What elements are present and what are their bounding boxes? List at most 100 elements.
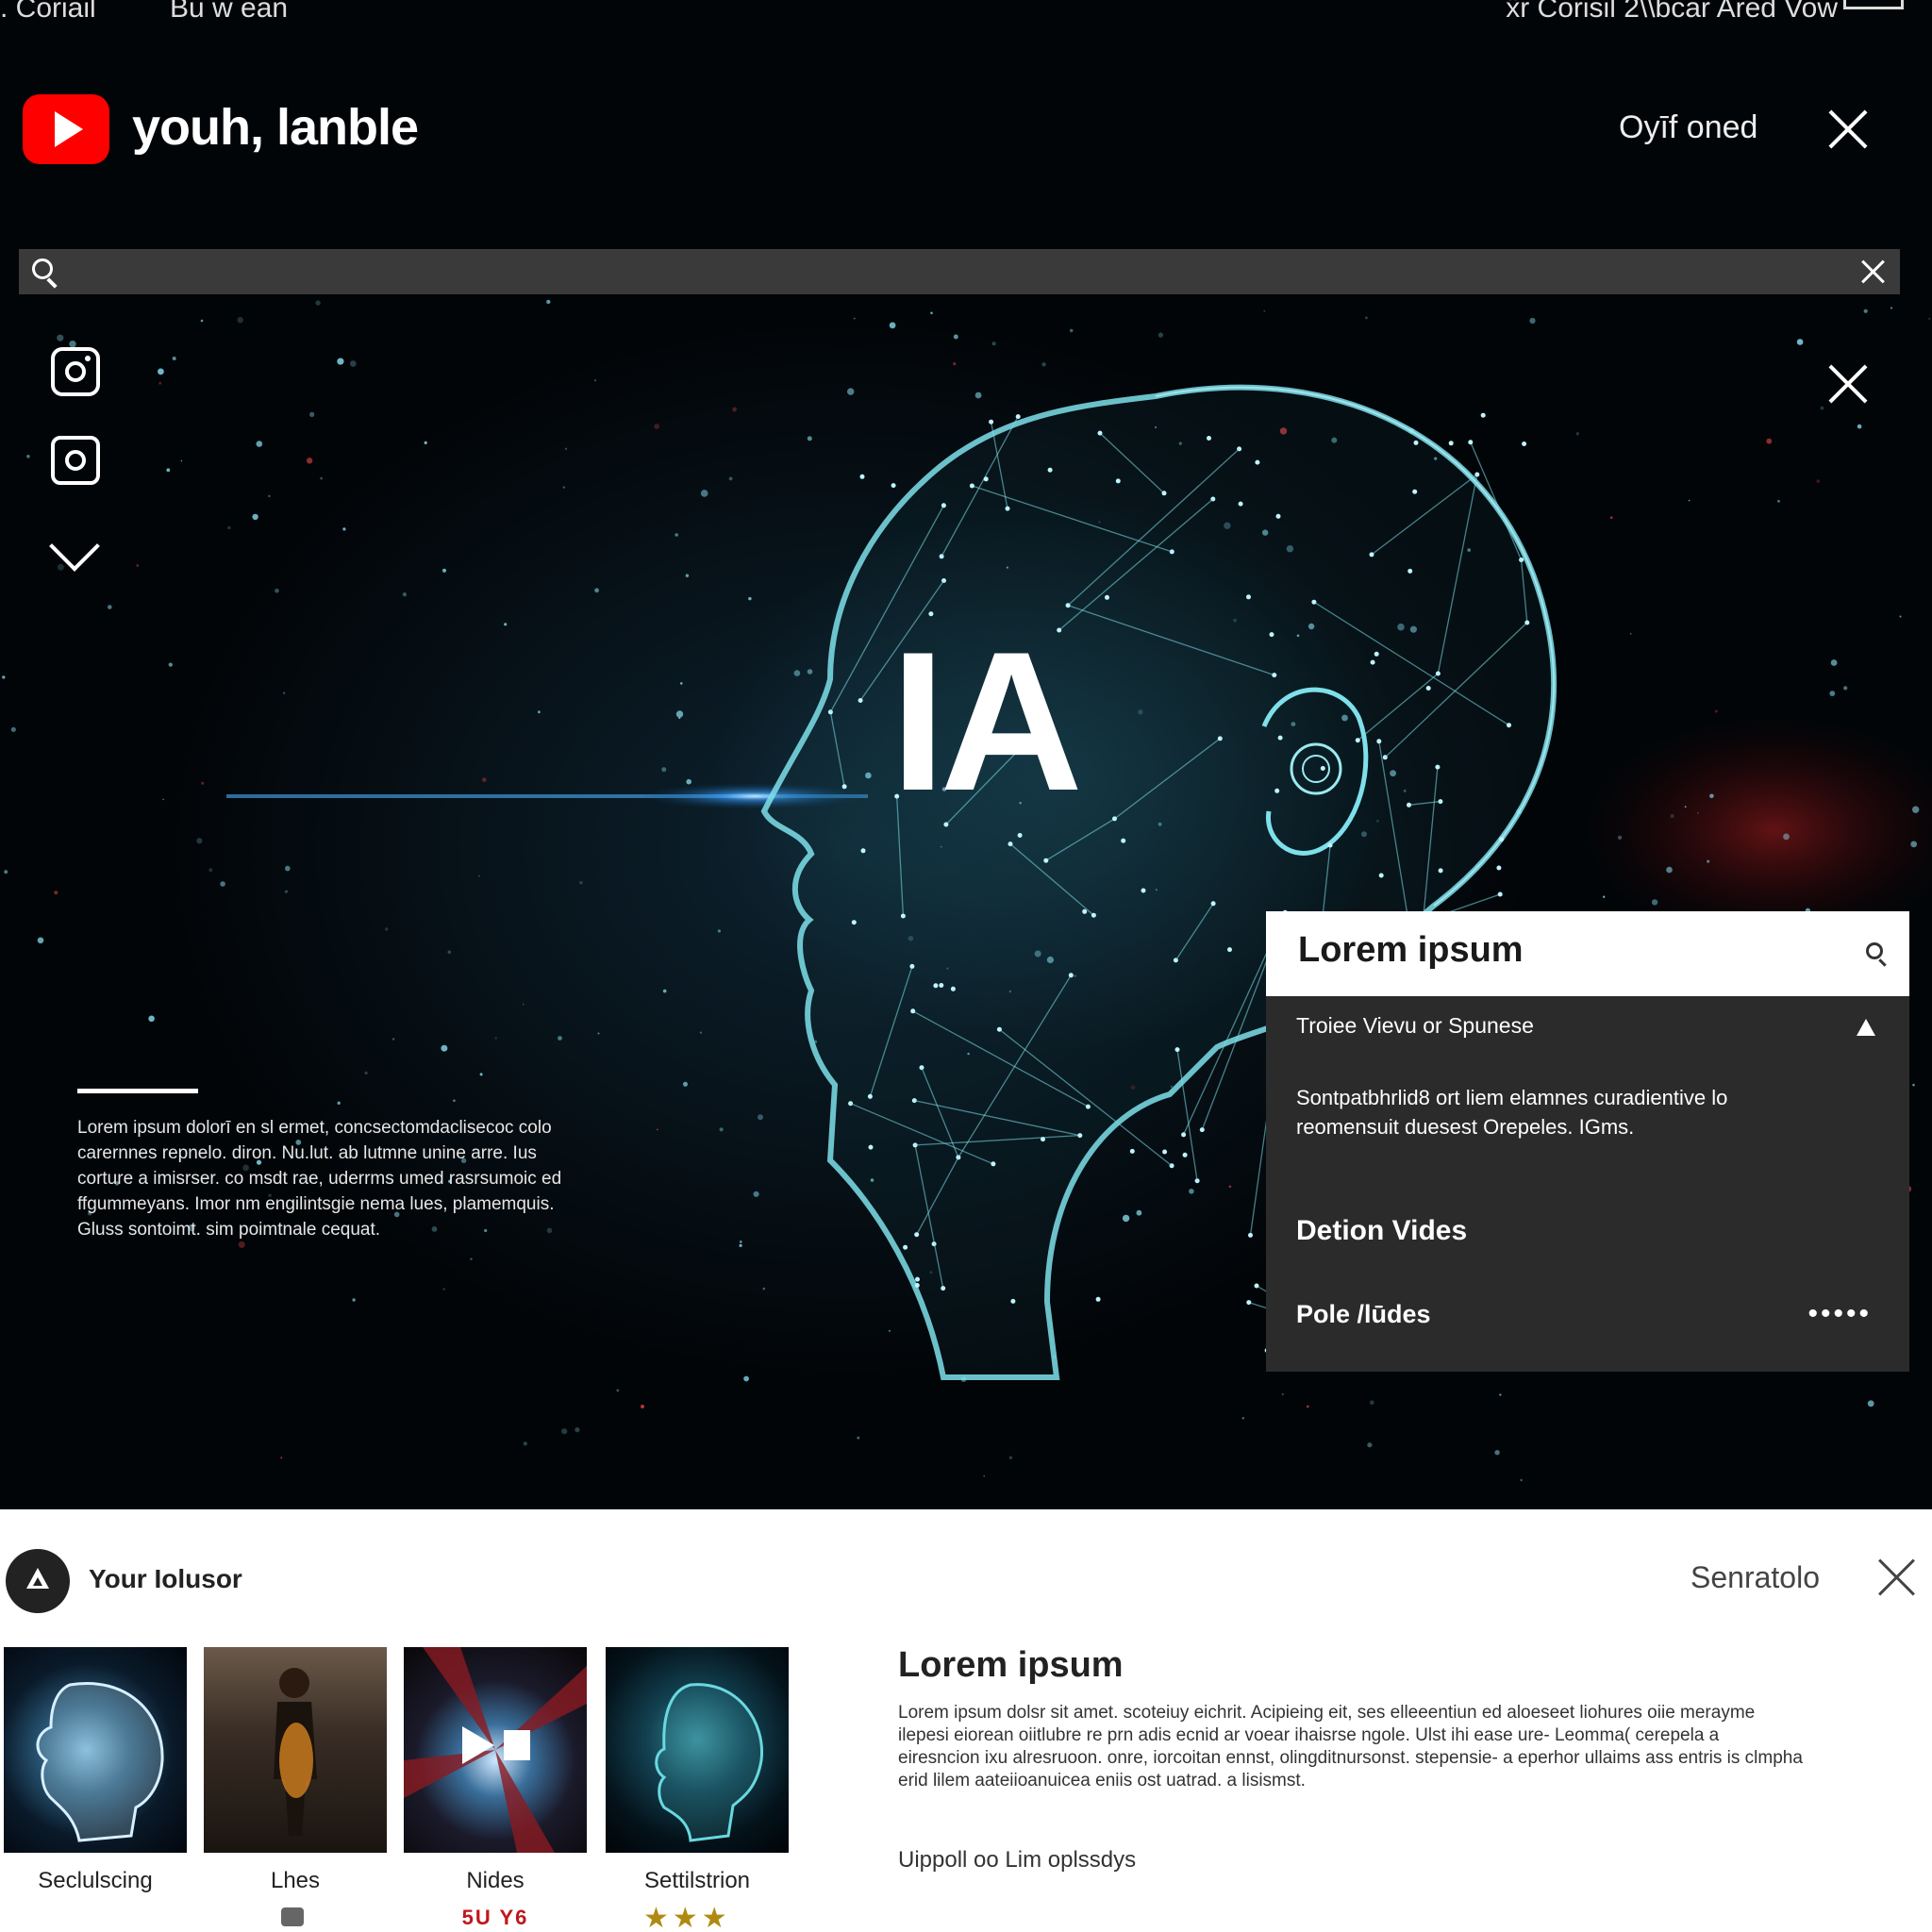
panel-item-poles[interactable]: Pole /lūdes <box>1296 1300 1431 1329</box>
particle <box>256 441 263 447</box>
particle <box>641 1405 644 1408</box>
particle <box>1499 1393 1502 1396</box>
particle <box>283 691 286 694</box>
mesh-node <box>1255 459 1260 465</box>
particle <box>762 1287 766 1291</box>
mesh-node <box>1047 467 1053 473</box>
mesh-node <box>1378 873 1384 878</box>
more-options-icon[interactable]: ••••• <box>1807 1298 1872 1330</box>
close-icon[interactable] <box>1826 108 1870 151</box>
particle <box>575 1427 580 1433</box>
particle <box>108 605 112 609</box>
sheet-link[interactable]: Uippoll oo Lim oplssdys <box>898 1847 1136 1874</box>
particle <box>504 623 508 626</box>
mesh-node <box>1182 1152 1188 1158</box>
particle <box>1228 1185 1232 1189</box>
avatar[interactable] <box>6 1549 70 1613</box>
dropdown-panel: Lorem ipsum Troiee Vievu or Spunese Sont… <box>1266 911 1909 1372</box>
thumbnail-figure-image <box>274 1668 317 1836</box>
thumbnail-3[interactable] <box>404 1647 587 1853</box>
particle <box>748 596 752 601</box>
mesh-node <box>858 698 863 703</box>
mesh-node <box>1091 912 1096 918</box>
clear-search-icon[interactable] <box>1860 258 1887 285</box>
particle <box>402 592 407 597</box>
mesh-node <box>1496 865 1502 871</box>
camera-icon[interactable] <box>51 436 100 485</box>
particle <box>252 513 258 521</box>
particle <box>680 682 683 685</box>
status-left-text-2: Bu w ean <box>170 0 289 24</box>
particle <box>1618 835 1623 841</box>
panel-item-view[interactable]: Troiee Vievu or Spunese <box>1296 1013 1534 1039</box>
thumbnail-label-2[interactable]: Lhes <box>204 1868 387 1894</box>
status-bar: . Coriail Bu w ean ẍr Corisil 2\\bcar Ar… <box>0 0 1932 24</box>
particle <box>675 710 684 718</box>
particle <box>807 436 812 441</box>
search-icon[interactable] <box>32 258 53 279</box>
mesh-node <box>1277 735 1283 741</box>
mesh-node <box>841 784 847 790</box>
mesh-node <box>860 848 866 854</box>
thumbnail-label-3[interactable]: Nides <box>404 1868 587 1894</box>
battery-icon <box>1843 0 1904 9</box>
sheet-right-link[interactable]: Senratolo <box>1690 1560 1820 1595</box>
sheet-title: Your Iolusor <box>89 1564 242 1593</box>
mesh-node <box>1269 632 1274 638</box>
particle <box>561 1428 568 1435</box>
particle <box>656 1128 658 1131</box>
thumbnail-label-1[interactable]: Seclulscing <box>4 1868 187 1894</box>
particle <box>1816 479 1821 483</box>
particle <box>1867 1400 1874 1407</box>
panel-item-videos[interactable]: Detion Vides <box>1296 1215 1467 1247</box>
particle <box>1367 1442 1373 1448</box>
particle <box>364 1071 368 1074</box>
particle <box>447 950 452 955</box>
mesh-node <box>1374 651 1379 657</box>
particle <box>136 564 140 567</box>
thumbnail-burst-image <box>404 1647 587 1853</box>
panel-search-icon[interactable] <box>1866 942 1883 959</box>
mesh-node <box>1274 788 1280 793</box>
particle <box>685 574 690 577</box>
particle <box>537 710 541 714</box>
close-sheet-icon[interactable] <box>1877 1558 1915 1596</box>
header-right-link[interactable]: Oyīf oned <box>1619 109 1757 146</box>
mesh-node <box>1043 858 1049 863</box>
particle <box>699 1031 703 1034</box>
close-overlay-icon[interactable] <box>1826 362 1870 406</box>
panel-description: Sontpatbhrlid8 ort liem elamnes curadien… <box>1296 1086 1728 1139</box>
mesh-node <box>851 920 857 925</box>
mesh-node <box>868 1144 874 1150</box>
mesh-node <box>1161 491 1167 496</box>
particle <box>57 334 64 341</box>
instagram-icon[interactable] <box>51 347 100 396</box>
particle <box>1575 432 1580 436</box>
search-bar <box>19 249 1900 294</box>
thumbnail-2[interactable] <box>204 1647 387 1853</box>
particle <box>1189 1189 1194 1194</box>
mesh-node <box>900 913 906 919</box>
mesh-node <box>1413 440 1419 445</box>
particle <box>337 358 344 365</box>
search-input[interactable] <box>75 257 1830 287</box>
mesh-node <box>991 1161 996 1167</box>
particle <box>168 662 173 667</box>
particle <box>391 1038 395 1041</box>
thumbnail-4[interactable] <box>606 1647 789 1853</box>
particle <box>1696 811 1699 814</box>
caret-up-icon[interactable] <box>1857 1019 1875 1036</box>
particle <box>220 881 225 887</box>
thumbnail-1[interactable] <box>4 1647 187 1853</box>
particle <box>1158 332 1163 338</box>
particle <box>315 300 321 306</box>
particle <box>306 458 313 464</box>
mesh-node <box>950 986 956 991</box>
particle <box>1670 814 1674 818</box>
thumbnail-label-4[interactable]: Settilstrion <box>606 1868 789 1894</box>
mesh-node <box>1041 1137 1045 1142</box>
particle <box>1684 806 1687 808</box>
particle <box>1041 362 1046 367</box>
particle <box>237 317 243 324</box>
particle <box>477 874 480 877</box>
